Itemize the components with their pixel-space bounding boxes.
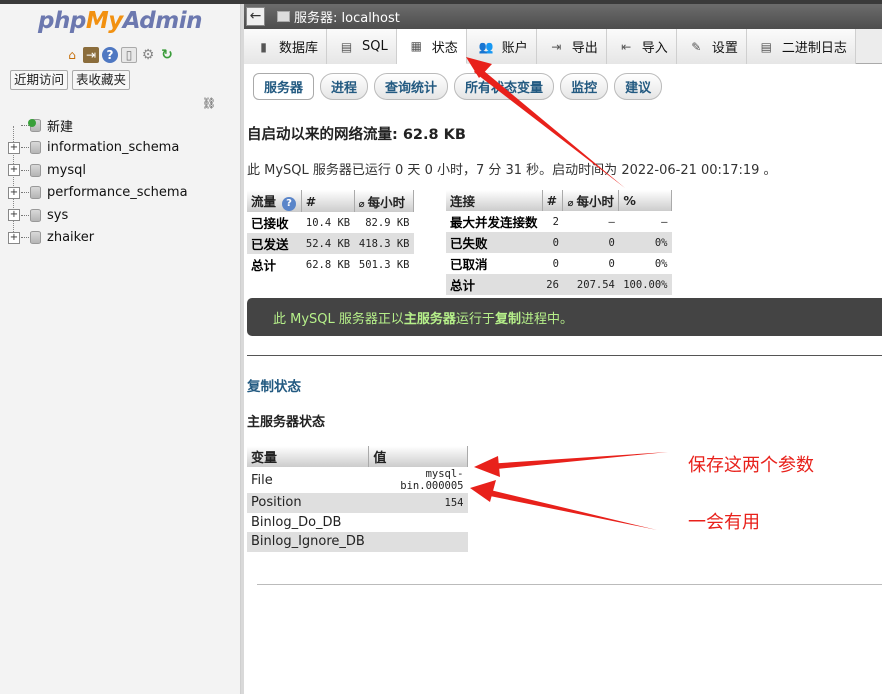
divider (257, 584, 882, 585)
expand-icon[interactable]: + (8, 231, 20, 244)
value-header: 值 (368, 446, 468, 467)
connections-header: 连接 (446, 190, 543, 211)
breadcrumb-server[interactable]: 服务器: localhost (294, 7, 400, 26)
table-row: 已发送 52.4 KB 418.3 KB (247, 233, 414, 254)
sql-icon: ▤ (340, 39, 353, 54)
expand-icon[interactable]: + (8, 209, 20, 222)
master-status-table: 变量 值 File mysql-bin.000005 Position 154 Bi… (247, 446, 468, 552)
master-status-title: 主服务器状态 (247, 415, 326, 430)
help-icon[interactable]: ? (282, 197, 297, 211)
server-icon (277, 11, 290, 22)
help-icon[interactable]: ? (102, 47, 118, 63)
expand-icon[interactable]: + (8, 164, 20, 177)
tree-item-zhaiker[interactable]: + zhaiker (8, 227, 188, 250)
connections-table: 连接 # ⌀ 每小时 % 最大并发连接数 2— — 已失败 0 0 0% 已取消 0 0 0% 总… (446, 190, 672, 295)
annotation-save-params: 保存这两个参数 (688, 455, 814, 476)
tab-users[interactable]: 👥 账户 (466, 29, 537, 64)
per-hour-header: ⌀ 每小时 (354, 190, 415, 212)
replication-link[interactable]: 复制 (495, 308, 521, 327)
subtab-processes[interactable]: 进程 (320, 73, 369, 100)
phpmyadmin-logo[interactable]: phpMyAdmin (38, 8, 202, 34)
database-icon (30, 231, 41, 245)
nav-resizer[interactable] (241, 4, 244, 694)
database-icon: ▮ (260, 39, 267, 54)
subtab-advisor[interactable]: 建议 (614, 73, 663, 100)
tree-item-performance-schema[interactable]: + performance_schema (8, 182, 188, 205)
nav-icon-bar: ⌂ ⇥ ? ▯ ⚙ ↻ (64, 47, 175, 63)
replication-status-title: 复制状态 (247, 379, 301, 395)
recent-tables-button[interactable]: 近期访问 (10, 70, 69, 90)
uptime-text: 此 MySQL 服务器已运行 0 天 0 小时，7 分 31 秒。启动时间为 2… (247, 163, 777, 178)
replication-notice: 此 MySQL 服务器正以 主服务器 运行于 复制 进程中。 (247, 298, 882, 336)
table-row: 已失败 0 0 0% (446, 232, 672, 253)
table-row: File mysql-bin.000005 (251, 468, 464, 492)
per-hour-header: ⌀ 每小时 (562, 190, 620, 211)
link-icon[interactable]: ⛓ (202, 97, 216, 110)
tree-item-information-schema[interactable]: + information_schema (8, 137, 188, 160)
table-row: 最大并发连接数 2— — (450, 215, 668, 230)
count-header: # (542, 190, 564, 211)
tree-item-sys[interactable]: + sys (8, 204, 188, 227)
traffic-heading: 自启动以来的网络流量: 62.8 KB (247, 127, 466, 143)
percent-header: % (618, 190, 672, 211)
expand-icon[interactable]: + (8, 186, 20, 199)
docs-icon[interactable]: ▯ (121, 47, 137, 63)
database-tree: 新建 + information_schema + mysql + perfor… (8, 114, 188, 249)
table-row: 已取消 0 0 0% (450, 257, 668, 272)
expand-icon[interactable]: + (8, 141, 20, 154)
count-header: # (301, 190, 355, 212)
status-icon: ▦ (410, 39, 422, 53)
database-icon (30, 163, 41, 177)
annotation-useful-later: 一会有用 (688, 512, 760, 533)
sub-tabs: 服务器 进程 查询统计 所有状态变量 监控 建议 (253, 73, 663, 100)
navigation-panel: phpMyAdmin ⌂ ⇥ ? ▯ ⚙ ↻ 近期访问 表收藏夹 ⛓ 新建 + … (0, 4, 241, 694)
table-row: Binlog_Ignore_DB (247, 532, 468, 552)
tab-databases[interactable]: ▮ 数据库 (244, 29, 328, 64)
tab-sql[interactable]: ▤ SQL (327, 29, 397, 64)
traffic-table: 流量? # ⌀ 每小时 已接收 10.4 KB 82.9 KB 已发送 52.4 KB 4… (247, 190, 415, 275)
table-row: 已接收 10.4 KB 82.9 KB (251, 216, 410, 231)
home-icon[interactable]: ⌂ (64, 47, 80, 63)
divider (247, 355, 882, 356)
breadcrumb: ← 服务器: localhost (244, 4, 882, 29)
tab-status[interactable]: ▦ 状态 (396, 29, 467, 64)
table-row: Binlog_Do_DB (251, 514, 342, 530)
new-database-icon (28, 119, 36, 127)
settings-icon: ✎ (691, 39, 702, 54)
reload-icon[interactable]: ↻ (159, 47, 175, 63)
arrow-to-file-value (474, 452, 668, 477)
arrow-to-position-value (470, 480, 657, 530)
table-row: 总计 26 207.54 100.00% (446, 274, 672, 295)
tab-export[interactable]: ⇥ 导出 (536, 29, 607, 64)
logout-icon[interactable]: ⇥ (83, 47, 99, 63)
subtab-query-stats[interactable]: 查询统计 (374, 73, 449, 100)
collapse-nav-button[interactable]: ← (246, 7, 265, 26)
database-icon (30, 186, 41, 200)
database-icon (30, 141, 41, 155)
users-icon: 👥 (478, 39, 494, 54)
gear-icon[interactable]: ⚙ (140, 47, 156, 63)
favorite-tables-button[interactable]: 表收藏夹 (72, 70, 131, 90)
tree-item-mysql[interactable]: + mysql (8, 159, 188, 182)
traffic-header: 流量? (247, 190, 302, 212)
subtab-all-status-vars[interactable]: 所有状态变量 (454, 73, 555, 100)
table-row: 总计 62.8 KB 501.3 KB (251, 258, 410, 273)
table-row: Position 154 (247, 493, 468, 513)
tab-settings[interactable]: ✎ 设置 (676, 29, 747, 64)
variable-header: 变量 (247, 446, 370, 467)
export-icon: ⇥ (551, 39, 562, 54)
binlog-icon: ▤ (760, 39, 772, 54)
database-icon (30, 208, 41, 222)
tab-import[interactable]: ⇤ 导入 (606, 29, 677, 64)
main-tabs: ▮ 数据库 ▤ SQL ▦ 状态 👥 账户 ⇥ 导出 ⇤ 导入 ✎ 设置 ▤ 二进制日志 (244, 29, 882, 64)
import-icon: ⇤ (621, 39, 632, 54)
subtab-monitor[interactable]: 监控 (560, 73, 609, 100)
tab-binlog[interactable]: ▤ 二进制日志 (746, 29, 856, 64)
subtab-server[interactable]: 服务器 (253, 73, 315, 100)
